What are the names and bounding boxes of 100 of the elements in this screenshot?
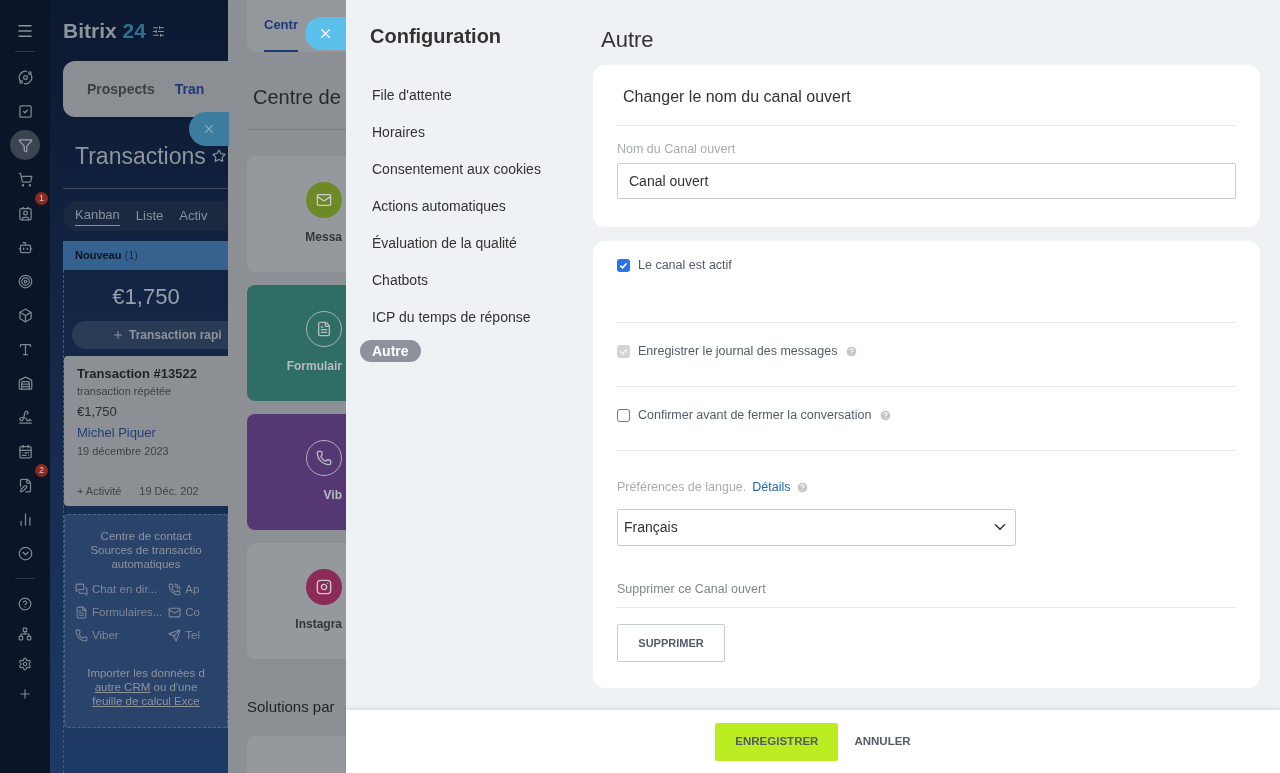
calendar-icon xyxy=(17,443,33,459)
checkbox[interactable] xyxy=(617,258,630,272)
section-title: Solutions par xyxy=(247,696,336,717)
settings-menu-item[interactable]: File d'attente xyxy=(360,84,464,106)
save-button[interactable]: ENREGISTRER xyxy=(715,722,839,761)
chat-icon xyxy=(75,582,88,596)
settings-menu-item[interactable]: Autre xyxy=(360,340,421,362)
contact-card-icon xyxy=(17,205,33,221)
channel-label: Instagra xyxy=(295,615,342,633)
settings-menu-item[interactable]: Évaluation de la qualité xyxy=(360,232,529,254)
import-link[interactable]: autre CRM xyxy=(94,681,151,694)
contact-center-heading: Sources de transactio xyxy=(90,542,202,557)
checkmark-icon xyxy=(619,346,628,356)
mail-icon xyxy=(168,605,182,619)
close-icon xyxy=(202,122,216,136)
plus-icon xyxy=(112,328,124,341)
settings-menu-item[interactable]: Chatbots xyxy=(360,269,441,291)
source-link[interactable]: Tel xyxy=(168,627,200,645)
cancel-button[interactable]: ANNULER xyxy=(854,722,911,761)
card-title: Changer le nom du canal ouvert xyxy=(622,87,852,107)
page-title: Autre xyxy=(600,26,655,54)
field-label: Supprimer ce Canal ouvert xyxy=(617,580,767,598)
page-title: Transactions xyxy=(75,142,206,171)
settings-menu-item[interactable]: Actions automatiques xyxy=(360,195,518,217)
chevron-down-icon xyxy=(17,545,33,561)
settings-menu-item[interactable]: Consentement aux cookies xyxy=(360,158,553,180)
star-icon xyxy=(211,149,226,164)
source-link[interactable]: Co xyxy=(168,603,200,621)
column-header: Nouveau (1) xyxy=(63,240,228,270)
deal-subtitle: transaction répétée xyxy=(77,384,173,399)
notification-badge: 1 xyxy=(35,192,48,205)
contact-center-heading: automatiques xyxy=(111,556,181,571)
funnel-icon xyxy=(17,137,33,153)
quick-add-button[interactable]: Transaction rapi xyxy=(72,320,228,349)
view-tab[interactable]: Kanban xyxy=(75,205,120,226)
building-icon xyxy=(17,375,33,391)
close-icon xyxy=(318,26,333,41)
source-link[interactable]: Ap xyxy=(168,580,200,598)
source-link[interactable]: Formulaires... xyxy=(75,603,163,621)
sidebar-item[interactable] xyxy=(10,130,40,160)
field-label: Nom du Canal ouvert xyxy=(617,141,737,158)
deal-title: Transaction #13522 xyxy=(77,364,198,383)
source-link[interactable]: Viber xyxy=(75,627,163,645)
deal-short-date: 19 Déc. 202 xyxy=(139,484,199,499)
target-icon xyxy=(17,273,33,289)
phone-icon xyxy=(75,629,88,643)
help-icon xyxy=(18,597,32,611)
tab[interactable]: Prospects xyxy=(87,78,155,100)
camera-icon xyxy=(316,578,332,595)
paper-plane-icon xyxy=(168,629,182,643)
view-tab[interactable]: Liste xyxy=(135,205,164,226)
channel-name-field[interactable]: Canal ouvert xyxy=(617,162,1236,199)
contact-link[interactable]: Michel Piquer xyxy=(77,423,228,443)
channel-label: Vib xyxy=(323,486,342,504)
add-activity-link[interactable]: + Activité xyxy=(77,483,122,500)
menu-icon xyxy=(16,22,34,40)
contact-center-heading: Centre de contact xyxy=(100,528,192,543)
panel-title: Centre de xyxy=(252,85,342,111)
sliders-icon xyxy=(151,24,165,38)
column-total: €1,750 xyxy=(111,282,181,311)
orbit-icon xyxy=(17,69,33,85)
cart-icon xyxy=(17,171,33,187)
delete-button[interactable]: SUPPRIMER xyxy=(617,624,725,663)
settings-menu-item[interactable]: ICP du temps de réponse xyxy=(360,306,543,328)
logo-text: Bitrix 24 xyxy=(63,18,146,45)
text-icon xyxy=(17,341,33,357)
option-label: Confirmer avant de fermer la conversation xyxy=(638,408,872,422)
field-label: Préférences de langue. xyxy=(617,478,747,496)
channel-card[interactable]: Messa xyxy=(247,155,346,272)
deal-date: 19 décembre 2023 xyxy=(77,443,170,459)
language-select[interactable]: Français xyxy=(617,508,1016,546)
plus-icon xyxy=(18,687,32,701)
channel-card[interactable]: Formulair xyxy=(247,284,346,401)
option-label: Enregistrer le journal des messages xyxy=(638,344,838,358)
settings-title: Configuration xyxy=(369,24,503,49)
channel-card[interactable]: Instagra xyxy=(247,542,346,659)
box-icon xyxy=(17,307,33,323)
phone-icon xyxy=(316,449,332,466)
document-icon xyxy=(316,320,332,337)
channel-card[interactable]: Vib xyxy=(247,413,346,530)
notification-badge: 2 xyxy=(35,464,48,477)
checkmark-icon xyxy=(619,260,628,270)
view-tab[interactable]: Activ xyxy=(179,205,208,226)
close-button[interactable] xyxy=(189,112,229,146)
phone-icon xyxy=(168,582,182,596)
source-link[interactable]: Chat en dir... xyxy=(75,580,163,598)
checkbox[interactable] xyxy=(617,408,630,422)
checkbox-icon xyxy=(17,103,33,119)
robot-icon xyxy=(17,239,33,255)
tab[interactable]: Centr xyxy=(264,14,298,53)
import-link[interactable]: feuille de calcul Exce xyxy=(92,695,200,708)
deal-card[interactable]: Transaction #13522 transaction répétée €1,750 Michel Piquer 19 décembre 2023 + Activité 19 Déc. 202 xyxy=(64,355,228,506)
tab[interactable]: Tran xyxy=(174,78,205,100)
channel-label: Messa xyxy=(305,228,342,246)
bar-chart-icon xyxy=(17,511,33,527)
settings-menu-item[interactable]: Horaires xyxy=(360,121,437,143)
import-text: Importer les données d autre CRM ou d'une feuille de calcul Exce xyxy=(87,666,205,709)
channel-label: Formulair xyxy=(286,357,342,375)
details-link[interactable]: Détails xyxy=(752,477,791,497)
edit-document-icon xyxy=(17,477,33,493)
